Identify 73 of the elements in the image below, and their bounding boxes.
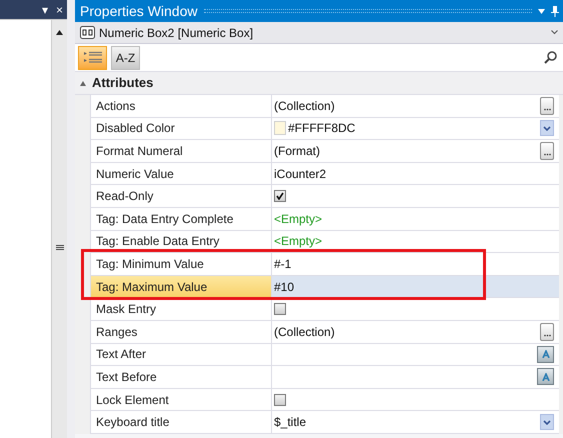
property-name[interactable]: Actions [90,95,271,118]
property-value-cell[interactable] [271,344,559,366]
property-name[interactable]: Lock Element [90,388,271,412]
letter-a-icon [542,350,550,358]
property-name[interactable]: Disabled Color [90,118,271,140]
property-value: #-1 [274,256,292,273]
property-value: #FFFFF8DC [288,120,356,138]
ellipsis-icon [544,152,550,156]
property-name[interactable]: Text Before [90,366,271,389]
ellipsis-icon [544,334,550,337]
alphabetical-view-button[interactable]: A-Z [111,46,140,70]
search-icon[interactable] [544,51,557,64]
property-name[interactable]: Read-Only [90,185,271,208]
category-name: Attributes [92,74,154,92]
dropdown-button[interactable] [540,120,554,136]
property-value-cell[interactable]: #-1 [271,253,559,276]
property-name[interactable]: Mask Entry [90,298,271,321]
dropdown-button[interactable] [540,414,554,430]
property-value: (Format) [274,142,320,160]
categorized-list-icon [84,51,102,64]
property-value-cell[interactable]: $_title [271,411,559,434]
property-name[interactable]: Numeric Value [90,162,271,186]
chevron-down-icon [543,126,551,131]
property-value: <Empty> [274,233,322,250]
pin-icon[interactable] [551,6,559,16]
property-value-cell[interactable]: iCounter2 [271,162,559,186]
numeric-box-icon [80,26,95,39]
category-header[interactable]: Attributes [75,72,563,94]
ellipsis-icon [544,108,550,111]
categorized-view-button[interactable] [78,46,107,70]
object-name: Numeric Box2 [Numeric Box] [99,24,254,42]
grip-icon[interactable] [56,245,64,250]
text-editor-button[interactable] [537,368,554,386]
object-selector[interactable]: Numeric Box2 [Numeric Box] [75,22,563,44]
letter-a-icon [542,372,550,381]
ellipsis-button[interactable] [540,322,554,341]
property-value-cell[interactable] [271,185,559,208]
dropdown-icon[interactable] [538,8,545,14]
window-title: Properties Window [80,2,198,21]
property-value-cell[interactable]: (Collection) [271,320,559,344]
property-value-cell[interactable]: <Empty> [271,208,559,231]
property-value: (Collection) [274,98,335,115]
scrollbar[interactable] [51,20,67,438]
checkbox[interactable] [274,394,286,406]
property-value-cell[interactable] [271,388,559,412]
property-name[interactable]: Format Numeral [90,140,271,163]
property-value: #10 [274,278,294,296]
header-button[interactable]: × [56,4,63,16]
chevron-down-icon[interactable] [551,30,558,35]
property-name[interactable]: Tag: Maximum Value [90,276,271,298]
property-name[interactable]: Ranges [90,320,271,344]
ellipsis-button[interactable] [540,96,554,115]
property-name[interactable]: Tag: Data Entry Complete [90,208,271,231]
checkbox[interactable] [274,303,286,316]
property-value-cell[interactable]: (Collection) [271,95,559,118]
property-name[interactable]: Keyboard title [90,411,271,434]
chevron-down-icon [543,420,551,425]
property-value-cell[interactable] [271,366,559,389]
checkbox[interactable] [274,190,286,202]
property-value: <Empty> [274,210,322,228]
property-name[interactable]: Tag: Minimum Value [90,253,271,276]
property-value: $_title [274,414,306,432]
property-name[interactable]: Text After [90,344,271,366]
property-value-cell[interactable]: (Format) [271,140,559,163]
text-editor-button[interactable] [537,346,554,363]
property-value: (Collection) [274,324,335,341]
header-button[interactable]: ▾ [42,4,48,16]
property-value-cell[interactable]: #10 [271,276,559,298]
scroll-up-icon[interactable] [56,30,63,35]
property-value-cell[interactable] [271,298,559,321]
property-value-cell[interactable]: #FFFFF8DC [271,118,559,140]
property-value: iCounter2 [274,166,326,183]
ellipsis-button[interactable] [540,142,554,160]
